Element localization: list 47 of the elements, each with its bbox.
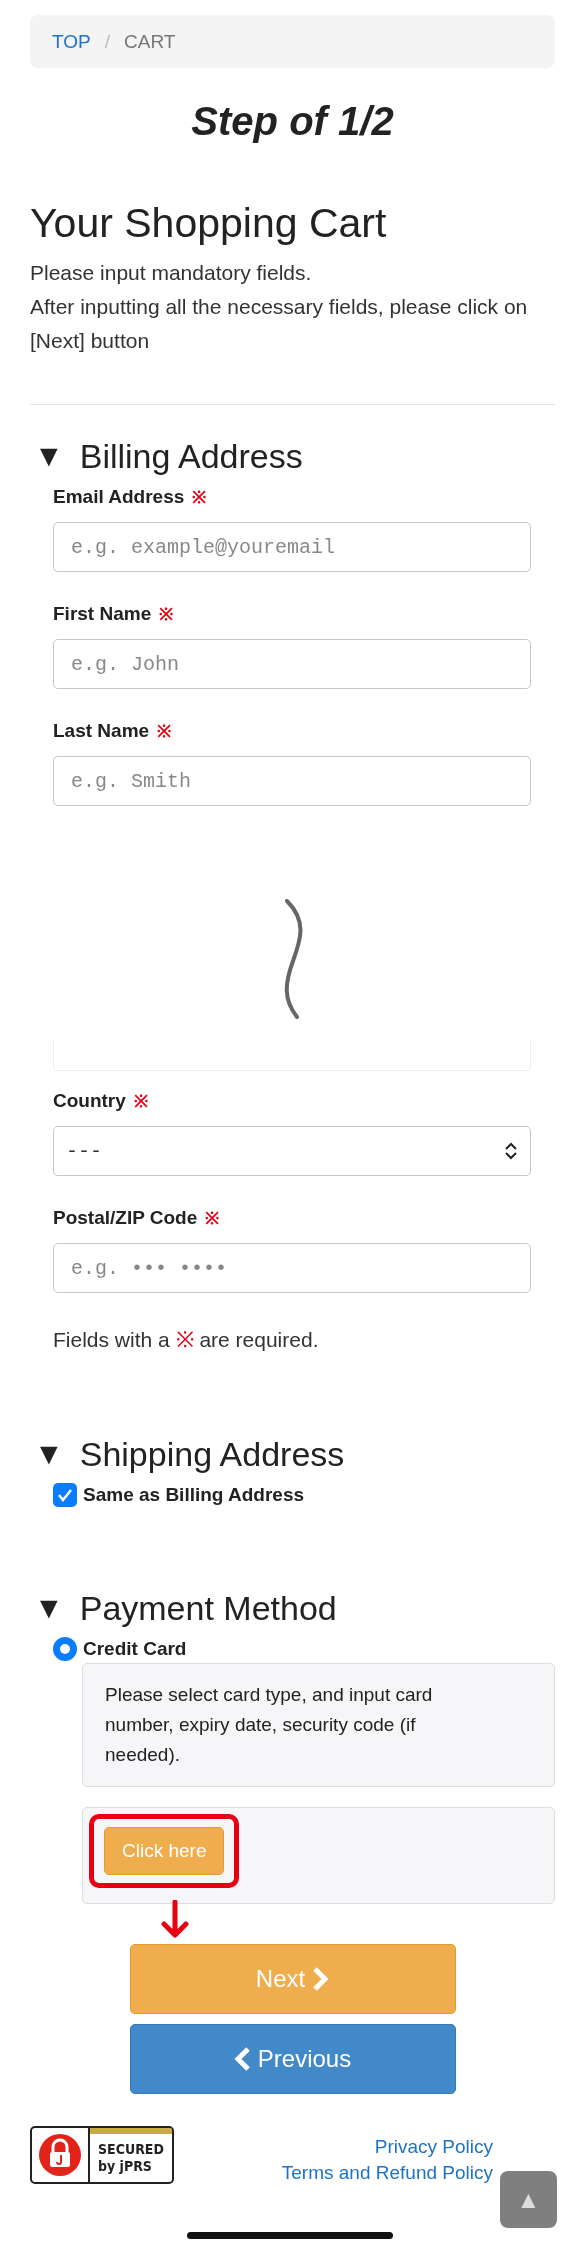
page-title: Your Shopping Cart: [30, 199, 388, 248]
section-heading: Shipping Address: [79, 1434, 345, 1475]
chevron-left-icon: [233, 2047, 252, 2071]
country-select[interactable]: ---: [53, 1126, 531, 1176]
chevron-right-icon: [311, 1967, 330, 1991]
section-heading: Payment Method: [79, 1588, 337, 1629]
checkbox[interactable]: [53, 1483, 77, 1507]
scroll-top-button[interactable]: ▲: [500, 2171, 557, 2228]
padlock-icon: [38, 2133, 82, 2177]
breadcrumb-separator: /: [104, 30, 110, 53]
input-field[interactable]: e.g. ••• ••••: [53, 1243, 531, 1293]
input-field[interactable]: e.g. example@youremail: [53, 522, 531, 572]
footer-link[interactable]: Terms and Refund Policy: [281, 2162, 493, 2184]
required-note: Fields with a ※ are required.: [53, 1326, 320, 1353]
collapse-marker[interactable]: ▼: [34, 435, 64, 477]
breadcrumb-current: CART: [124, 30, 176, 53]
required-mark: ※: [157, 721, 172, 742]
breadcrumb-link[interactable]: TOP: [52, 30, 91, 53]
required-mark: ※: [159, 604, 174, 625]
required-mark: ※: [192, 487, 207, 508]
required-mark: ※: [205, 1208, 220, 1229]
security-seal[interactable]: SECURED by jPRS: [30, 2126, 174, 2184]
radio-label: Credit Card: [83, 1638, 187, 1660]
section-heading: Billing Address: [79, 436, 303, 477]
field-label: Country: [53, 1089, 126, 1112]
updown-chevron-icon: [504, 1142, 518, 1160]
required-mark: ※: [133, 1091, 148, 1112]
intro-text: Please input mandatory fields.: [30, 260, 313, 286]
collapse-marker[interactable]: ▼: [34, 1433, 64, 1475]
radio-button[interactable]: [53, 1637, 77, 1661]
checkbox-label: Same as Billing Address: [83, 1484, 305, 1506]
step-title: Step of 1/2: [190, 98, 395, 145]
intro-text: After inputting all the necessary fields, please click on [Next] button: [30, 294, 529, 354]
collapse-marker[interactable]: ▼: [34, 1587, 64, 1629]
field-label: Email Address: [53, 485, 185, 508]
input-field[interactable]: e.g. John: [53, 639, 531, 689]
footer-link[interactable]: Privacy Policy: [374, 2136, 493, 2158]
input-field[interactable]: e.g. Smith: [53, 756, 531, 806]
field-label: Postal/ZIP Code: [53, 1206, 198, 1229]
field-label: Last Name: [53, 719, 150, 742]
checkmark-icon: [57, 1488, 73, 1502]
previous-button[interactable]: Previous: [129, 2024, 456, 2094]
field-label: First Name: [53, 602, 152, 625]
seal-text: SECURED: [98, 2141, 165, 2158]
payment-description: Please select card type, and input card number, expiry date, security code (if needed).: [82, 1663, 555, 1787]
down-arrow-icon: [158, 1900, 192, 1940]
seal-text: by jPRS: [98, 2158, 153, 2175]
